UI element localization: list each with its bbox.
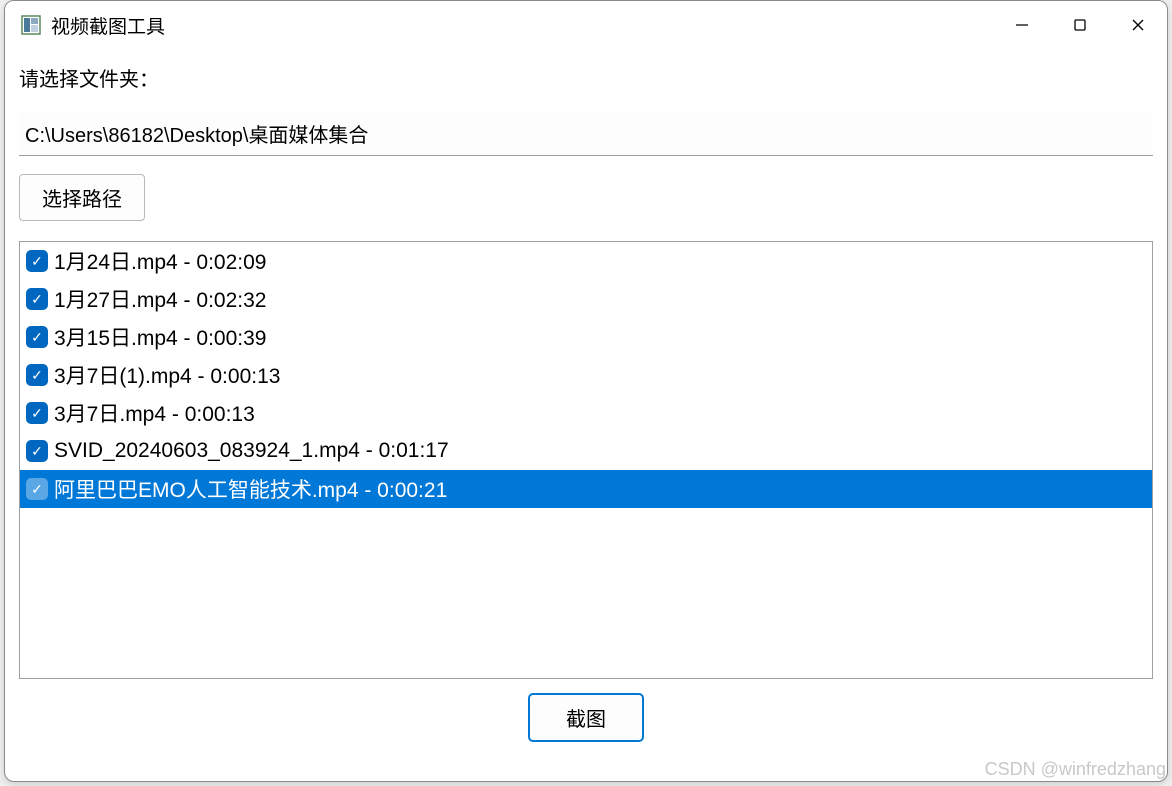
checkmark-icon: ✓ (31, 330, 43, 344)
bottom-bar: 截图 (19, 679, 1153, 756)
checkmark-icon: ✓ (31, 292, 43, 306)
screenshot-button[interactable]: 截图 (528, 693, 644, 742)
list-item[interactable]: ✓ 1月27日.mp4 - 0:02:32 (20, 280, 1152, 318)
checkmark-icon: ✓ (31, 254, 43, 268)
list-item[interactable]: ✓ SVID_20240603_083924_1.mp4 - 0:01:17 (20, 432, 1152, 470)
list-item[interactable]: ✓ 3月7日(1).mp4 - 0:00:13 (20, 356, 1152, 394)
list-item[interactable]: ✓ 1月24日.mp4 - 0:02:09 (20, 242, 1152, 280)
folder-label: 请选择文件夹： (19, 63, 1153, 92)
checkbox[interactable]: ✓ (26, 288, 48, 310)
checkmark-icon: ✓ (31, 406, 43, 420)
file-label: 3月15日.mp4 - 0:00:39 (54, 322, 266, 352)
app-window: 视频截图工具 请选择文件夹： 选择路径 ✓ 1月24日.mp4 - 0:02:09… (4, 0, 1168, 782)
select-path-button[interactable]: 选择路径 (19, 174, 145, 221)
file-label: 1月24日.mp4 - 0:02:09 (54, 246, 266, 276)
list-item[interactable]: ✓ 3月7日.mp4 - 0:00:13 (20, 394, 1152, 432)
checkmark-icon: ✓ (31, 444, 43, 458)
window-controls (993, 1, 1167, 49)
app-icon (21, 15, 41, 35)
path-input[interactable] (19, 112, 1153, 156)
list-item[interactable]: ✓ 阿里巴巴EMO人工智能技术.mp4 - 0:00:21 (20, 470, 1152, 508)
file-label: 3月7日.mp4 - 0:00:13 (54, 398, 255, 428)
maximize-button[interactable] (1051, 1, 1109, 49)
titlebar-left: 视频截图工具 (21, 12, 165, 39)
file-label: SVID_20240603_083924_1.mp4 - 0:01:17 (54, 439, 449, 463)
file-label: 3月7日(1).mp4 - 0:00:13 (54, 360, 280, 390)
checkmark-icon: ✓ (31, 482, 43, 496)
checkbox[interactable]: ✓ (26, 364, 48, 386)
checkmark-icon: ✓ (31, 368, 43, 382)
checkbox[interactable]: ✓ (26, 402, 48, 424)
minimize-button[interactable] (993, 1, 1051, 49)
file-label: 1月27日.mp4 - 0:02:32 (54, 284, 266, 314)
checkbox[interactable]: ✓ (26, 478, 48, 500)
close-button[interactable] (1109, 1, 1167, 49)
checkbox[interactable]: ✓ (26, 326, 48, 348)
titlebar: 视频截图工具 (5, 1, 1167, 49)
checkbox[interactable]: ✓ (26, 440, 48, 462)
window-title: 视频截图工具 (51, 12, 165, 39)
file-list[interactable]: ✓ 1月24日.mp4 - 0:02:09 ✓ 1月27日.mp4 - 0:02:32… (19, 241, 1153, 679)
file-label: 阿里巴巴EMO人工智能技术.mp4 - 0:00:21 (54, 474, 447, 504)
list-item[interactable]: ✓ 3月15日.mp4 - 0:00:39 (20, 318, 1152, 356)
content-area: 请选择文件夹： 选择路径 ✓ 1月24日.mp4 - 0:02:09 ✓ 1月27日.… (5, 49, 1167, 756)
checkbox[interactable]: ✓ (26, 250, 48, 272)
